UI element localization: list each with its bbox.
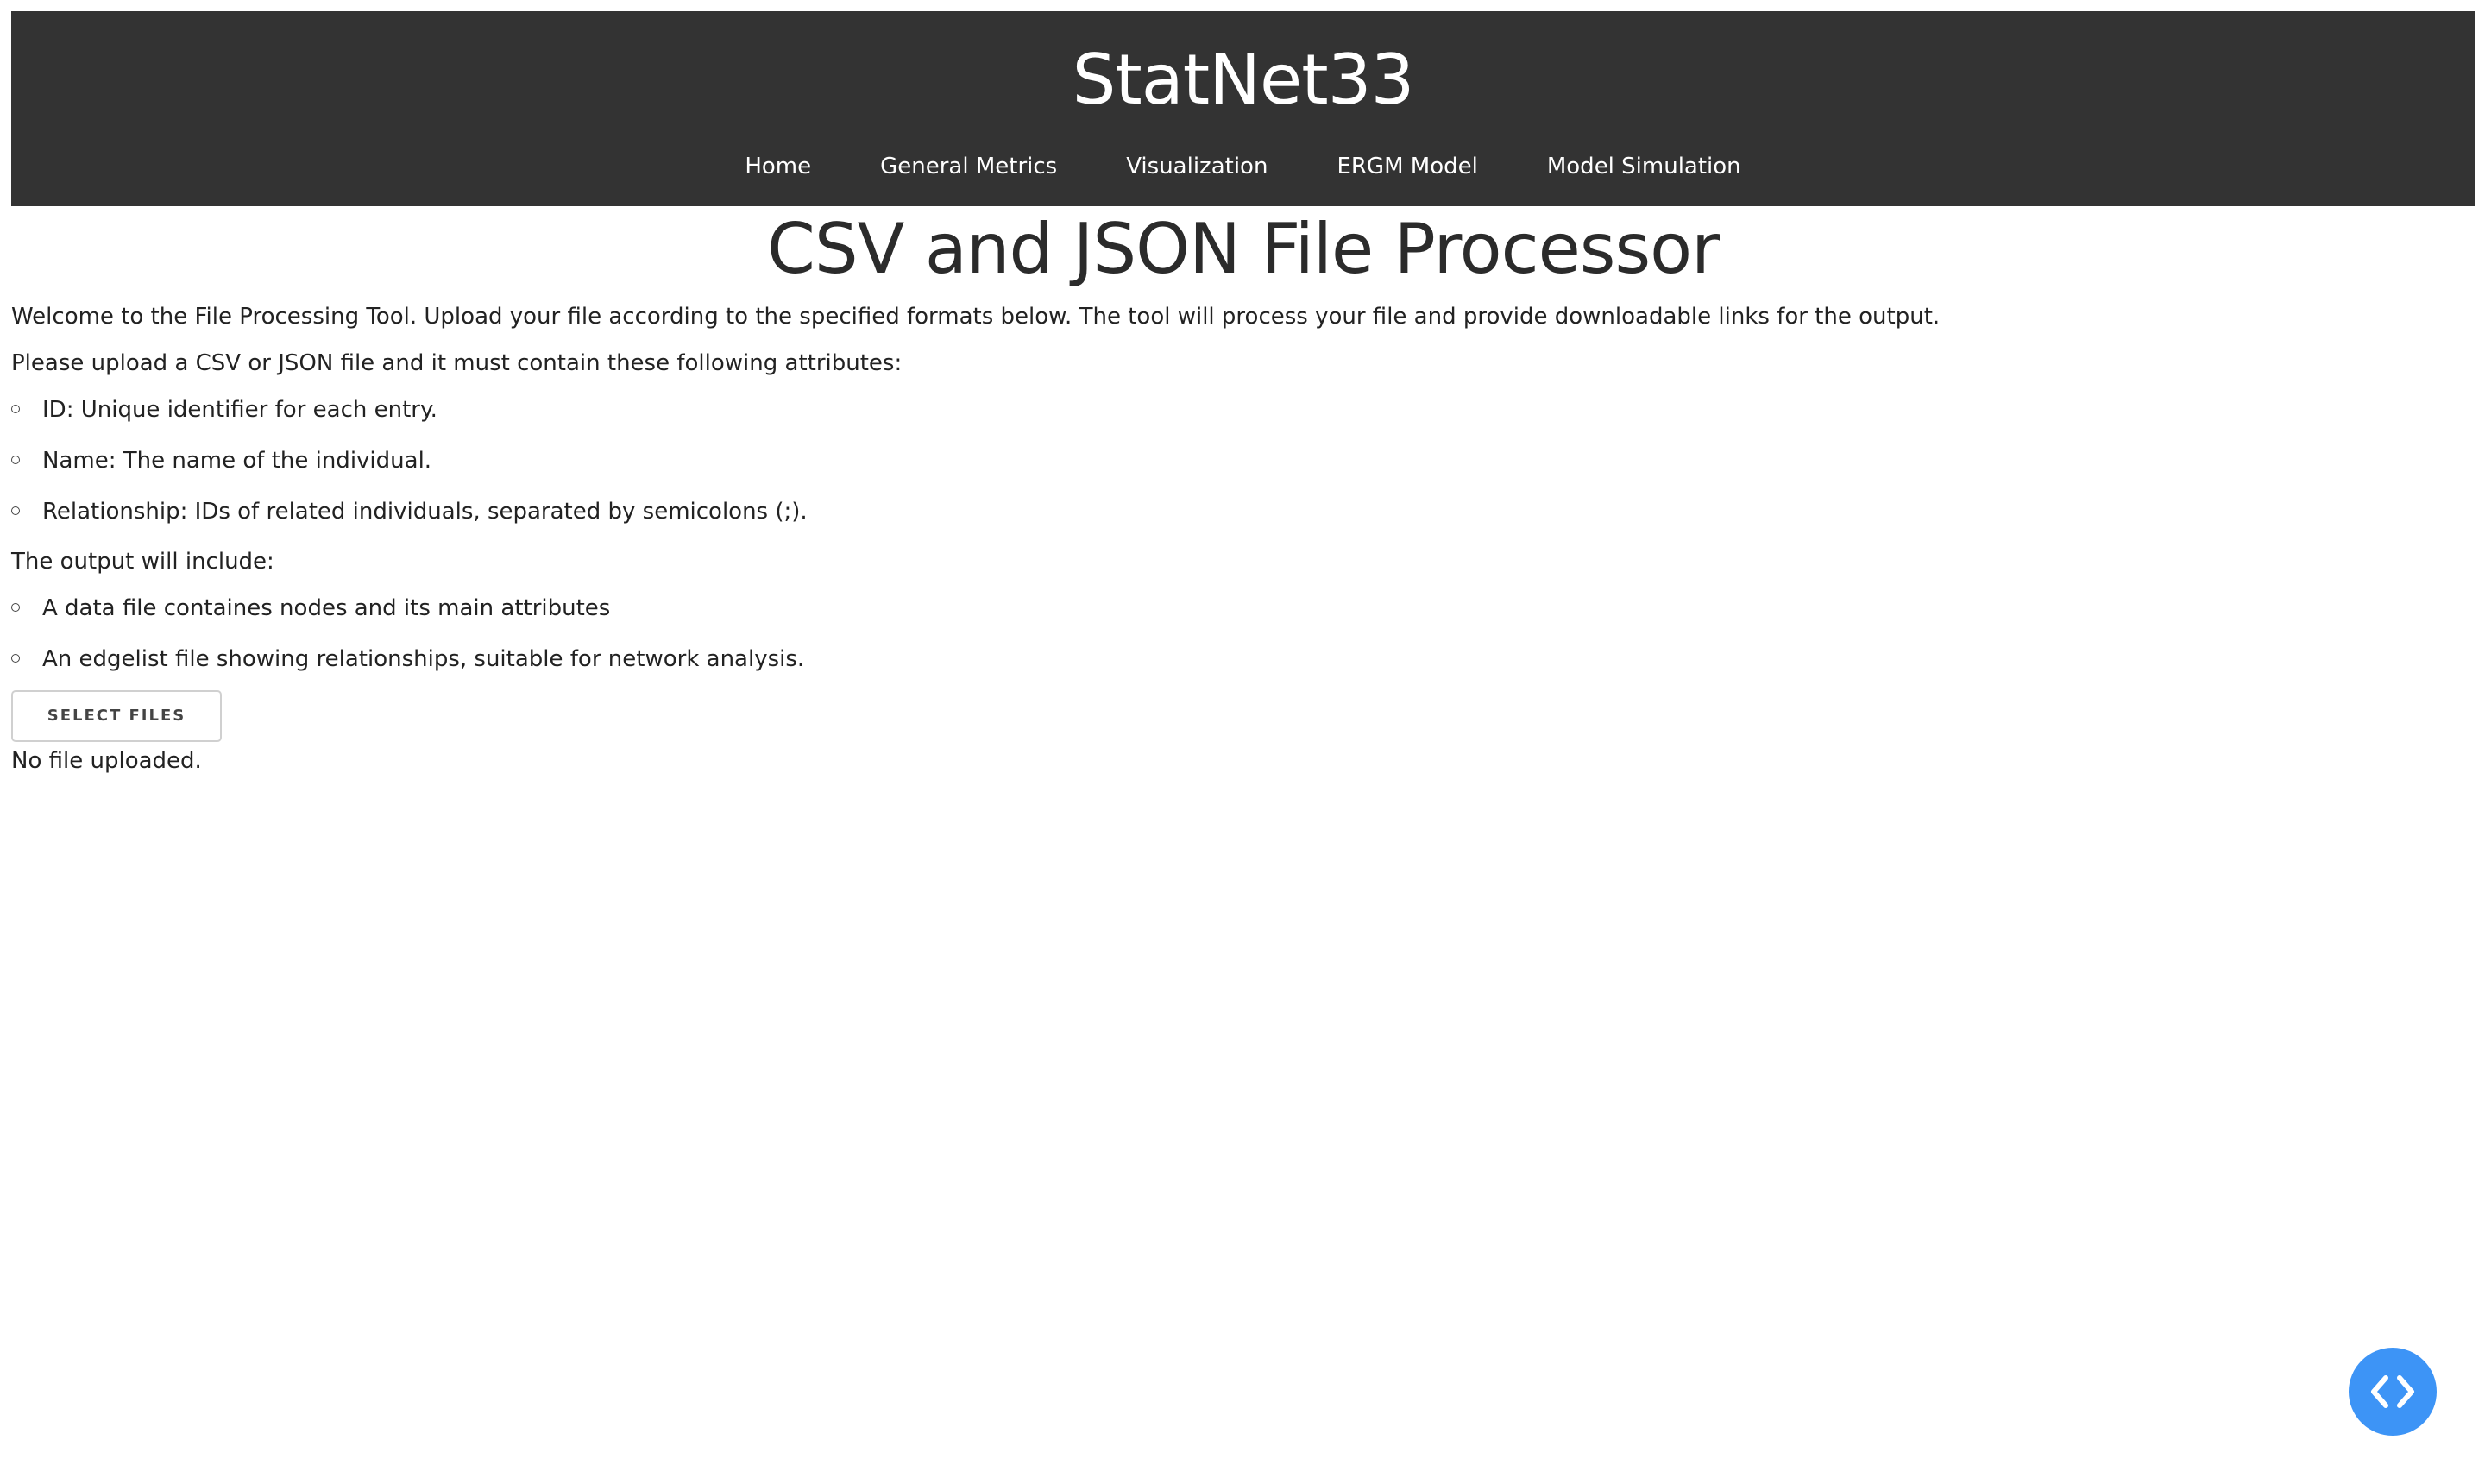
nav-item-home[interactable]: Home [745,149,811,184]
upload-status: No file uploaded. [11,748,202,774]
list-item-text: A data file containes nodes and its main… [42,595,611,621]
main-nav: Home General Metrics Visualization ERGM … [11,149,2475,184]
outputs-list: A data file containes nodes and its main… [11,591,2475,676]
circle-bullet-icon [11,506,20,515]
list-item: An edgelist file showing relationships, … [11,642,2475,676]
intro-text: Welcome to the File Processing Tool. Upl… [11,304,1941,330]
page-title: CSV and JSON File Processor [767,209,1720,289]
nav-item-ergm-model[interactable]: ERGM Model [1337,149,1477,184]
circle-bullet-icon [11,603,20,612]
circle-bullet-icon [11,405,20,413]
list-item: ID: Unique identifier for each entry. [11,393,2475,427]
output-heading: The output will include: [11,549,274,575]
code-icon [2371,1375,2414,1408]
select-files-button[interactable]: SELECT FILES [11,690,222,742]
circle-bullet-icon [11,654,20,663]
site-header: StatNet33 Home General Metrics Visualiza… [11,11,2475,206]
requirements-heading: Please upload a CSV or JSON file and it … [11,350,903,376]
list-item-text: Name: The name of the individual. [42,448,432,474]
page: StatNet33 Home General Metrics Visualiza… [0,0,2485,1484]
list-item: A data file containes nodes and its main… [11,591,2475,626]
site-title[interactable]: StatNet33 [11,37,2475,123]
main-content: CSV and JSON File Processor Welcome to t… [11,206,2475,778]
list-item: Name: The name of the individual. [11,443,2475,478]
requirements-list: ID: Unique identifier for each entry. Na… [11,393,2475,529]
nav-item-general-metrics[interactable]: General Metrics [880,149,1057,184]
nav-item-model-simulation[interactable]: Model Simulation [1547,149,1741,184]
nav-item-visualization[interactable]: Visualization [1126,149,1268,184]
list-item: Relationship: IDs of related individuals… [11,494,2475,529]
circle-bullet-icon [11,456,20,464]
list-item-text: Relationship: IDs of related individuals… [42,499,808,525]
list-item-text: ID: Unique identifier for each entry. [42,397,437,423]
code-toggle-button[interactable] [2349,1348,2437,1436]
list-item-text: An edgelist file showing relationships, … [42,646,805,672]
